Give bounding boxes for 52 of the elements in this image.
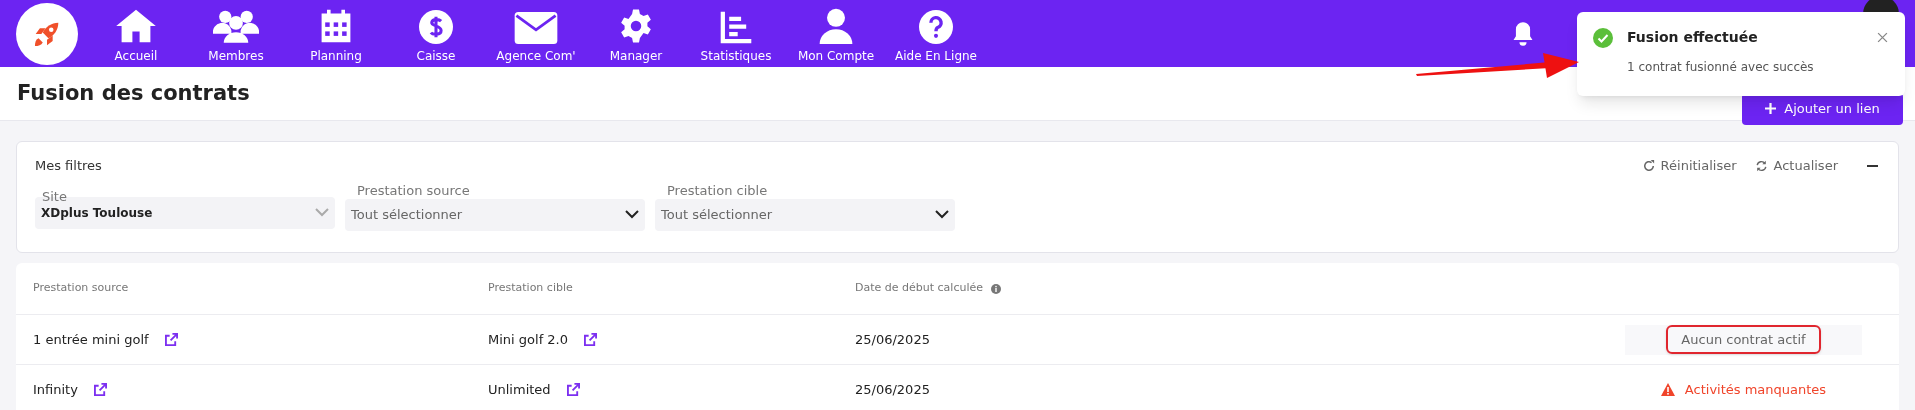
reset-link[interactable]: Réinitialiser	[1642, 156, 1737, 176]
refresh-icon	[1754, 159, 1768, 172]
warning-icon	[1660, 383, 1675, 396]
toast-message: 1 contrat fusionné avec succès	[1626, 59, 1815, 76]
bar-chart-icon	[719, 9, 753, 44]
status-text: Activités manquantes	[1684, 380, 1827, 399]
close-button[interactable]	[1877, 31, 1889, 44]
plus-icon	[1765, 103, 1777, 114]
field-label: Prestation cible	[666, 183, 769, 197]
nav-item[interactable]: Mon Compte	[786, 2, 886, 65]
nav-item[interactable]: Membres	[186, 2, 286, 65]
table-cell: 25/06/2025	[855, 331, 930, 347]
table-cell-text: Unlimited	[488, 380, 551, 399]
user-icon	[819, 7, 853, 44]
nav-item[interactable]: Aide En Ligne	[886, 2, 986, 65]
info-icon	[991, 283, 1001, 294]
external-link-icon[interactable]	[93, 383, 107, 396]
table-cell-text: Infinity	[33, 380, 78, 399]
column-header: Prestation source	[33, 280, 129, 297]
page-title: Fusion des contrats	[17, 79, 250, 107]
chevron-down-icon	[315, 208, 329, 217]
help-icon	[919, 9, 953, 44]
nav-item[interactable]: Statistiques	[686, 2, 786, 65]
table-cell-text: 1 entrée mini golf	[33, 330, 149, 349]
success-icon	[1593, 27, 1613, 48]
home-icon	[114, 7, 158, 44]
refresh-link[interactable]: Actualiser	[1754, 156, 1838, 176]
nav-item[interactable]: Manager	[586, 2, 686, 65]
settings-icon	[618, 7, 654, 44]
external-link-icon[interactable]	[164, 333, 178, 346]
column-header: Date de début calculée	[855, 280, 983, 297]
table-cell: 25/06/2025	[855, 381, 930, 397]
status-badge: Aucun contrat actif	[1666, 324, 1821, 355]
external-link-icon[interactable]	[566, 383, 580, 396]
chevron-down-icon	[935, 210, 949, 219]
table-cell-text: Mini golf 2.0	[488, 330, 568, 349]
dollar-icon	[419, 9, 453, 44]
nav-item[interactable]: Planning	[286, 2, 386, 65]
nav-item[interactable]: Caisse	[386, 2, 486, 65]
nav-item[interactable]: Accueil	[86, 2, 186, 65]
reset-icon	[1642, 159, 1655, 172]
chevron-down-icon	[625, 210, 639, 219]
external-link-icon[interactable]	[584, 333, 597, 346]
column-header: Prestation cible	[488, 280, 573, 297]
filters-title: Mes filtres	[35, 157, 102, 175]
mail-icon	[514, 11, 558, 44]
toast-title: Fusion effectuée	[1627, 28, 1759, 47]
field-label: Prestation source	[356, 183, 471, 197]
nav-item[interactable]: Agence Com'	[486, 2, 586, 65]
select-field[interactable]: Tout sélectionner	[655, 198, 955, 231]
select-field[interactable]: Tout sélectionner	[345, 198, 645, 231]
bell-icon[interactable]	[1511, 20, 1535, 47]
